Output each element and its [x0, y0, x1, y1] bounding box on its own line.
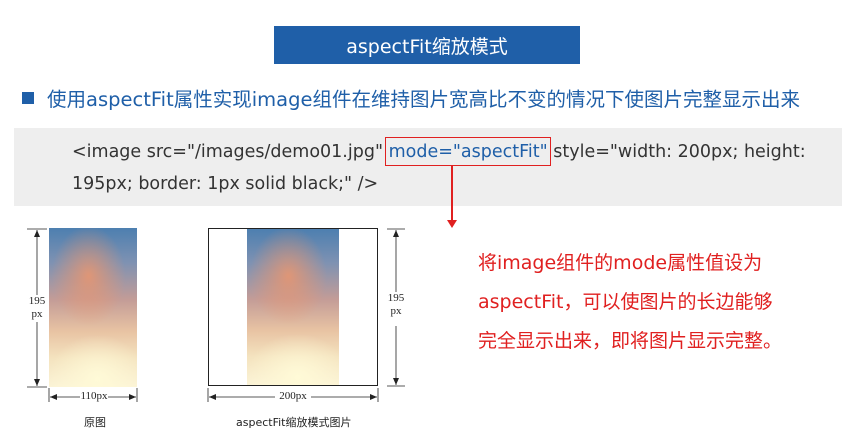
right-width-label: 200px	[275, 390, 311, 402]
left-height-value: 195	[28, 295, 46, 307]
left-height-unit: px	[31, 308, 43, 320]
left-width-label: 110px	[80, 390, 108, 402]
left-height-label: 195 px	[26, 295, 48, 321]
left-caption: 原图	[84, 416, 106, 429]
dimension-lines	[27, 228, 405, 402]
right-height-unit: px	[390, 305, 402, 317]
right-height-label: 195 px	[385, 292, 407, 318]
right-height-value: 195	[387, 292, 405, 304]
right-caption: aspectFit缩放模式图片	[236, 416, 352, 429]
